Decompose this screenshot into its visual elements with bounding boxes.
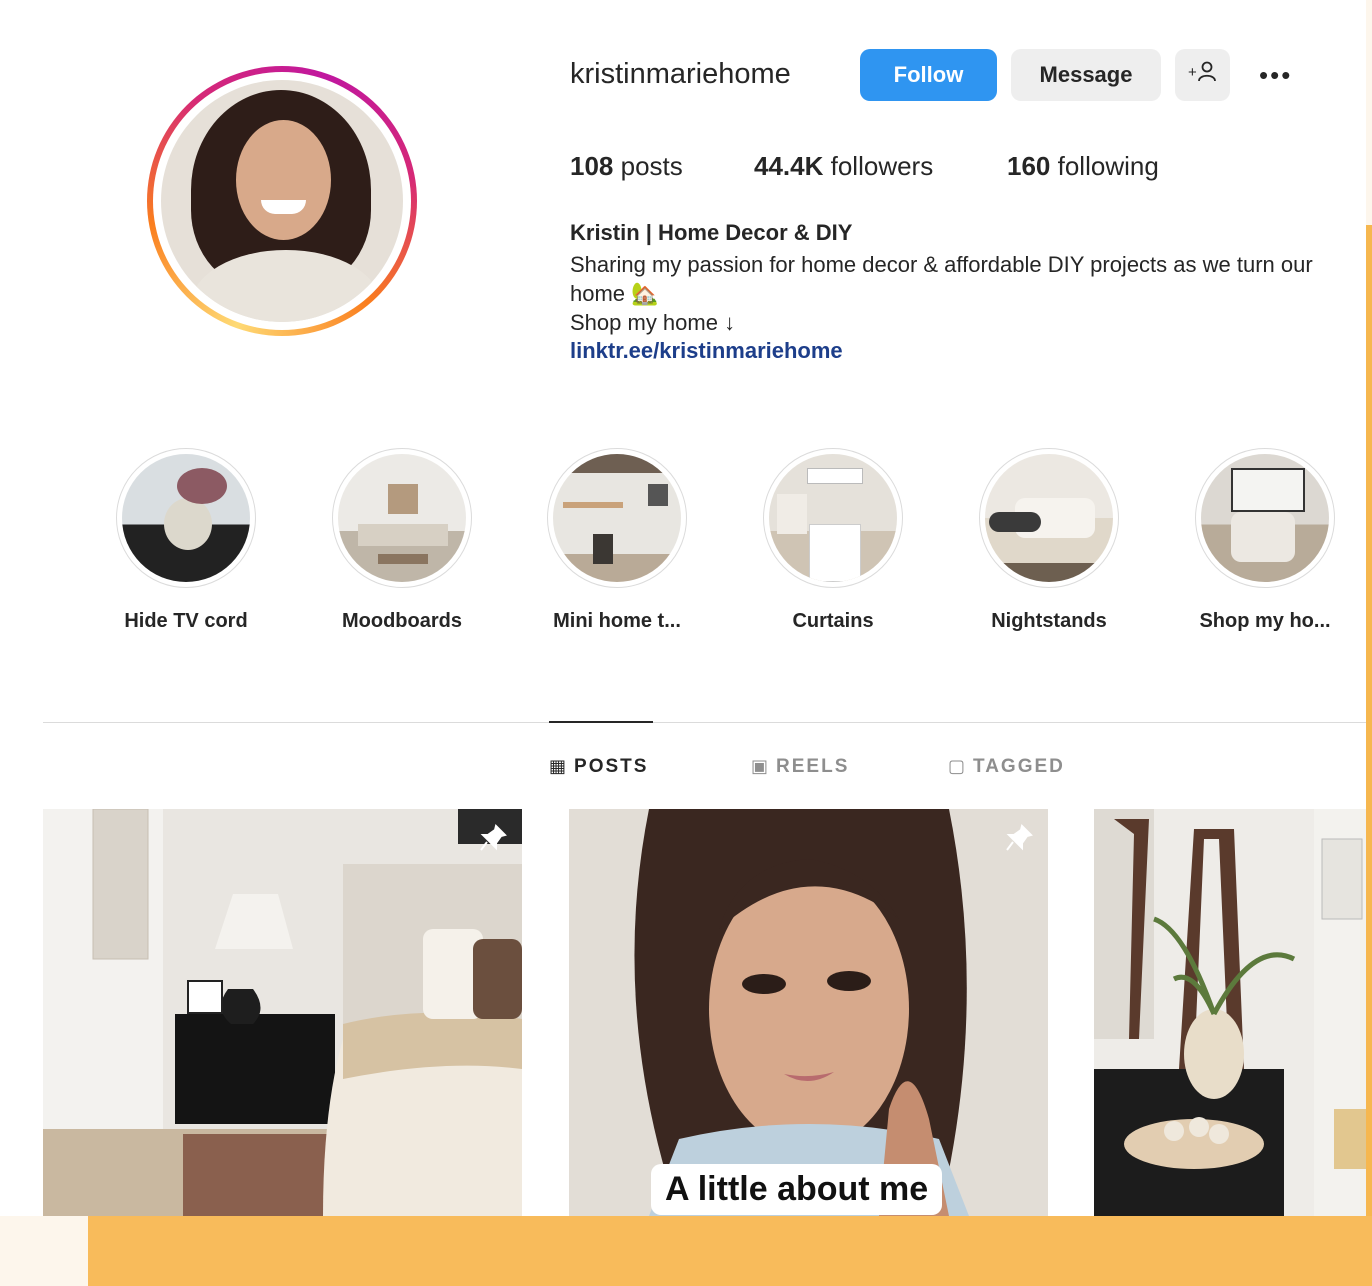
highlight-mini-home-tour[interactable]: Mini home t... xyxy=(547,448,687,633)
highlight-cover xyxy=(553,454,681,582)
highlight-shop-my-home[interactable]: Shop my ho... xyxy=(1195,448,1335,633)
tab-reels[interactable]: ▣ REELS xyxy=(751,756,849,778)
highlight-label: Shop my ho... xyxy=(1199,610,1331,632)
add-person-icon: + xyxy=(1188,61,1216,82)
bio: Sharing my passion for home decor & affo… xyxy=(570,250,1313,337)
post-caption: A little about me xyxy=(651,1164,943,1215)
highlight-hide-tv-cord[interactable]: Hide TV cord xyxy=(116,448,256,633)
pinned-icon xyxy=(478,823,508,860)
highlight-moodboards[interactable]: Moodboards xyxy=(332,448,472,633)
username: kristinmariehome xyxy=(570,58,791,90)
profile-panel: kristinmariehome Follow Message + ••• 10… xyxy=(0,0,1366,1216)
highlight-label: Mini home t... xyxy=(553,610,681,632)
active-tab-indicator xyxy=(549,721,653,723)
decorative-strip xyxy=(1366,225,1372,1286)
posts-stat: 108 posts xyxy=(570,151,683,182)
highlight-nightstands[interactable]: Nightstands xyxy=(979,448,1119,633)
bio-line: Shop my home ↓ xyxy=(570,310,736,335)
tab-tagged[interactable]: ▢ TAGGED xyxy=(948,756,1065,778)
highlight-label: Hide TV cord xyxy=(124,610,248,632)
following-label: following xyxy=(1057,151,1159,181)
pinned-icon xyxy=(1004,823,1034,860)
follow-button[interactable]: Follow xyxy=(860,49,997,101)
highlight-cover xyxy=(338,454,466,582)
post-tile[interactable] xyxy=(43,809,522,1216)
tab-label: POSTS xyxy=(574,756,649,777)
tabs-divider xyxy=(43,722,1366,723)
post-image-bedroom xyxy=(43,809,522,1216)
decorative-band xyxy=(88,1216,1372,1286)
following-count: 160 xyxy=(1007,151,1051,181)
bio-line: Sharing my passion for home decor & affo… xyxy=(570,252,1313,277)
followers-label: followers xyxy=(830,151,934,181)
highlight-label: Curtains xyxy=(792,610,874,632)
tab-label: REELS xyxy=(776,756,850,777)
highlight-cover xyxy=(769,454,897,582)
highlight-cover xyxy=(122,454,250,582)
svg-text:+: + xyxy=(1188,64,1197,81)
posts-count: 108 xyxy=(570,151,614,181)
following-stat[interactable]: 160 following xyxy=(1007,151,1159,182)
highlight-curtains[interactable]: Curtains xyxy=(763,448,903,633)
followers-stat[interactable]: 44.4K followers xyxy=(754,151,933,182)
more-options-icon[interactable]: ••• xyxy=(1259,60,1292,91)
posts-label: posts xyxy=(620,151,683,181)
bio-link[interactable]: linktr.ee/kristinmariehome xyxy=(570,338,843,364)
full-name: Kristin | Home Decor & DIY xyxy=(570,220,853,245)
post-image-portrait xyxy=(569,809,1048,1216)
bio-line: home 🏡 xyxy=(570,281,659,306)
message-button[interactable]: Message xyxy=(1011,49,1161,101)
tagged-icon: ▢ xyxy=(948,756,966,776)
page-background xyxy=(0,1216,88,1286)
followers-count: 44.4K xyxy=(754,151,824,181)
tab-posts[interactable]: ▦ POSTS xyxy=(549,756,648,778)
reels-icon: ▣ xyxy=(751,756,769,776)
highlight-label: Moodboards xyxy=(342,610,462,632)
post-tile[interactable]: A little about me xyxy=(569,809,1048,1216)
profile-avatar[interactable] xyxy=(147,66,417,336)
post-tile[interactable] xyxy=(1094,809,1366,1216)
tab-label: TAGGED xyxy=(973,756,1065,777)
post-image-entryway xyxy=(1094,809,1366,1216)
highlight-cover xyxy=(1201,454,1329,582)
highlight-cover xyxy=(985,454,1113,582)
grid-icon: ▦ xyxy=(549,756,567,776)
suggest-user-button[interactable]: + xyxy=(1175,49,1230,101)
highlight-label: Nightstands xyxy=(991,610,1107,632)
